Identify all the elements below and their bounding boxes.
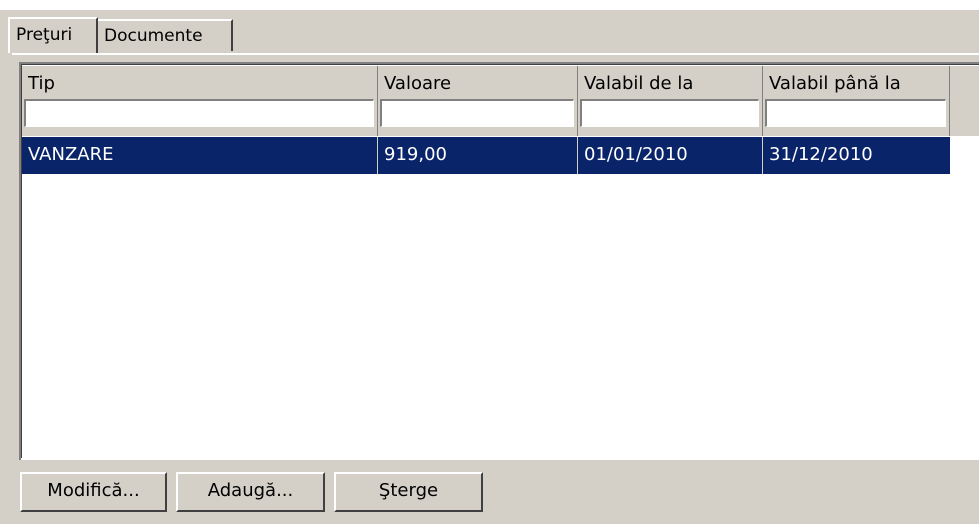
filter-input-valabil-de-la[interactable] (580, 99, 759, 127)
column-header-tip[interactable]: Tip (22, 66, 378, 136)
filter-input-valabil-pana-la[interactable] (765, 99, 946, 127)
table-row[interactable]: VANZARE 919,00 01/01/2010 31/12/2010 (22, 137, 950, 174)
header-filler (950, 66, 979, 136)
tab-preturi-label: Preţuri (16, 25, 73, 45)
cell-valabil-de-la: 01/01/2010 (578, 137, 763, 174)
tab-body-edge (12, 53, 979, 55)
column-header-label: Tip (28, 73, 55, 94)
tab-preturi[interactable]: Preţuri (8, 17, 98, 53)
cell-tip: VANZARE (22, 137, 378, 174)
cell-valabil-pana-la: 31/12/2010 (769, 144, 873, 165)
column-header-valabil-pana-la[interactable]: Valabil până la (763, 66, 950, 136)
add-button[interactable]: Adaugă... (176, 472, 325, 512)
delete-button[interactable]: Şterge (334, 472, 483, 512)
modify-button[interactable]: Modifică... (20, 472, 167, 512)
column-header-label: Valoare (384, 73, 452, 94)
column-header-label: Valabil de la (584, 73, 694, 94)
filter-input-valoare[interactable] (380, 99, 574, 127)
tabstrip-background (0, 0, 979, 10)
column-header-valoare[interactable]: Valoare (378, 66, 578, 136)
column-header-label: Valabil până la (769, 73, 901, 94)
filter-input-tip[interactable] (24, 99, 374, 127)
grid-header: Tip Valoare Valabil de la Valabil până l… (22, 66, 950, 136)
cell-valoare: 919,00 (378, 137, 578, 174)
tab-documente-label: Documente (104, 26, 203, 46)
column-header-valabil-de-la[interactable]: Valabil de la (578, 66, 763, 136)
tab-documente[interactable]: Documente (96, 19, 233, 51)
